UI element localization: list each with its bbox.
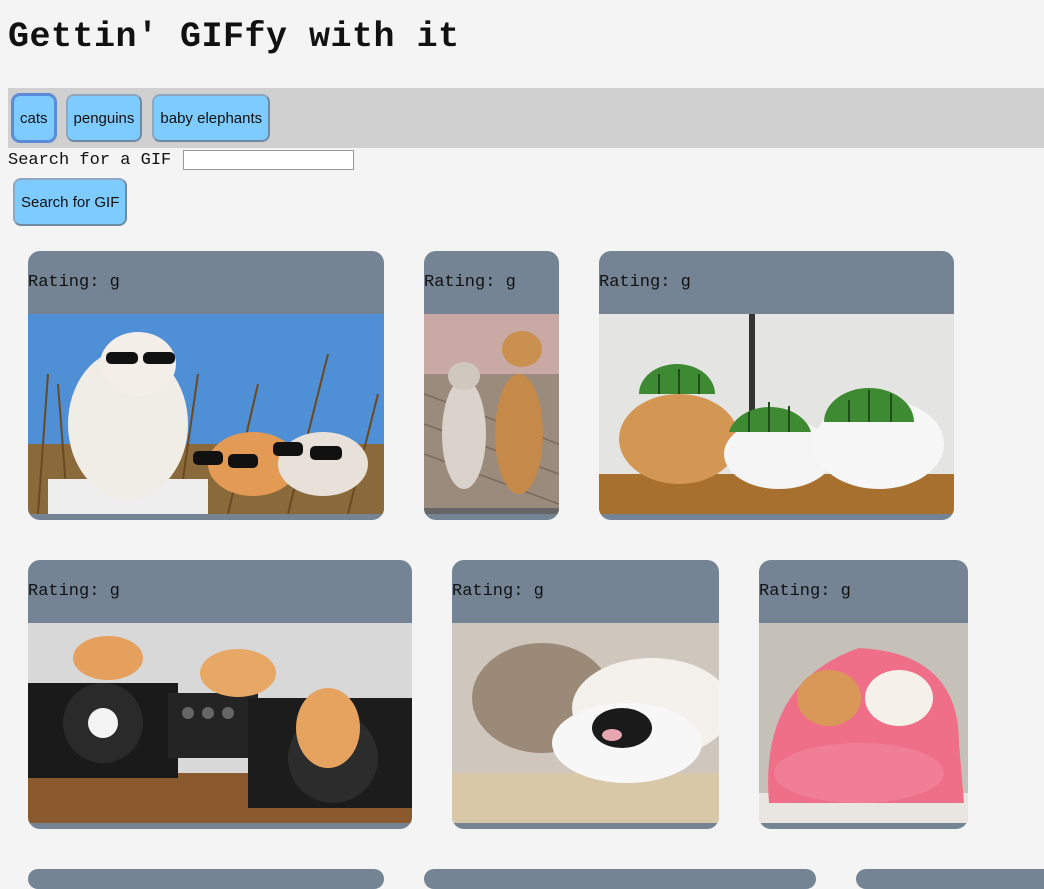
page-title: Gettin' GIFfy with it bbox=[8, 17, 460, 57]
gif-card: Rating: g bbox=[452, 560, 719, 829]
dj-kittens-gif[interactable] bbox=[28, 623, 412, 823]
gif-card: Rating: g bbox=[28, 560, 412, 829]
gif-rating: Rating: g bbox=[28, 273, 120, 292]
gif-card bbox=[424, 869, 816, 889]
search-form: Search for a GIF bbox=[8, 148, 355, 172]
search-for-gif-button[interactable]: Search for GIF bbox=[13, 178, 128, 226]
topic-button-penguins[interactable]: penguins bbox=[65, 94, 143, 142]
cuddling-cats-gif[interactable] bbox=[452, 623, 719, 823]
gif-rating bbox=[856, 869, 1044, 889]
gif-card: Rating: g bbox=[28, 251, 384, 520]
gif-rating: Rating: g bbox=[599, 273, 691, 292]
gif-card bbox=[856, 869, 1044, 889]
gif-rating: Rating: g bbox=[452, 582, 544, 601]
gif-card: Rating: g bbox=[759, 560, 968, 829]
topic-button-baby-elephants[interactable]: baby elephants bbox=[152, 94, 271, 142]
gif-card: Rating: g bbox=[599, 251, 954, 520]
search-label: Search for a GIF bbox=[8, 150, 172, 170]
standing-kittens-gif[interactable] bbox=[424, 314, 559, 514]
gif-card bbox=[28, 869, 384, 889]
watermelon-helmet-cats-gif[interactable] bbox=[599, 314, 954, 514]
topic-button-bar: cats penguins baby elephants bbox=[8, 88, 1044, 148]
cats-in-pink-hood-gif[interactable] bbox=[759, 623, 968, 823]
search-input[interactable] bbox=[183, 150, 355, 170]
gif-rating bbox=[28, 869, 384, 889]
gif-rating: Rating: g bbox=[759, 582, 851, 601]
gif-rating: Rating: g bbox=[28, 582, 120, 601]
gif-rating bbox=[424, 869, 816, 889]
gif-rating: Rating: g bbox=[424, 273, 516, 292]
cats-sunglasses-gif[interactable] bbox=[28, 314, 384, 514]
topic-button-cats[interactable]: cats bbox=[11, 93, 57, 143]
gif-card: Rating: g bbox=[424, 251, 559, 520]
